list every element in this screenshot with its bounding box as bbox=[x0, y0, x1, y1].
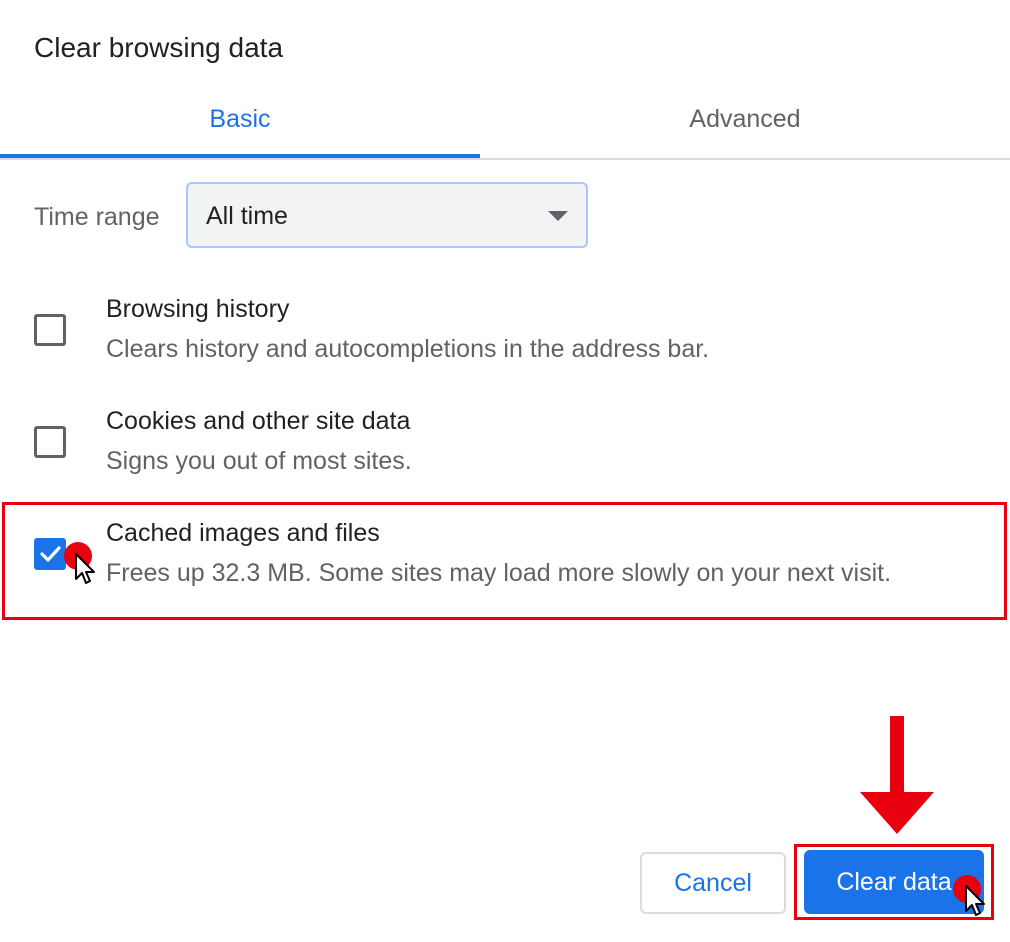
option-browsing-history: Browsing history Clears history and auto… bbox=[0, 290, 1010, 400]
annotation-highlight-box bbox=[2, 502, 1007, 620]
mouse-pointer-icon bbox=[75, 553, 95, 584]
time-range-value: All time bbox=[206, 202, 288, 230]
tab-bar: Basic Advanced bbox=[0, 80, 1010, 160]
cookies-checkbox[interactable] bbox=[34, 426, 66, 458]
annotation-arrow-shaft bbox=[890, 716, 904, 796]
dialog-title: Clear browsing data bbox=[34, 32, 284, 63]
arrow-down-icon bbox=[860, 792, 934, 834]
option-cookies: Cookies and other site data Signs you ou… bbox=[0, 402, 1010, 512]
tab-advanced[interactable]: Advanced bbox=[480, 80, 1010, 158]
option-description: Signs you out of most sites. bbox=[106, 447, 412, 475]
time-range-select[interactable]: All time bbox=[186, 182, 588, 248]
option-description: Clears history and autocompletions in th… bbox=[106, 335, 710, 363]
option-title: Browsing history bbox=[106, 295, 290, 323]
triangle-down-icon bbox=[548, 211, 568, 221]
tab-basic[interactable]: Basic bbox=[0, 80, 480, 158]
clear-browsing-data-dialog: Clear browsing data Basic Advanced Time … bbox=[0, 0, 1010, 942]
mouse-pointer-icon bbox=[965, 885, 985, 916]
time-range-label: Time range bbox=[34, 203, 160, 231]
tab-divider bbox=[0, 158, 1010, 160]
option-title: Cookies and other site data bbox=[106, 407, 411, 435]
browsing-history-checkbox[interactable] bbox=[34, 314, 66, 346]
cancel-button[interactable]: Cancel bbox=[640, 852, 786, 914]
